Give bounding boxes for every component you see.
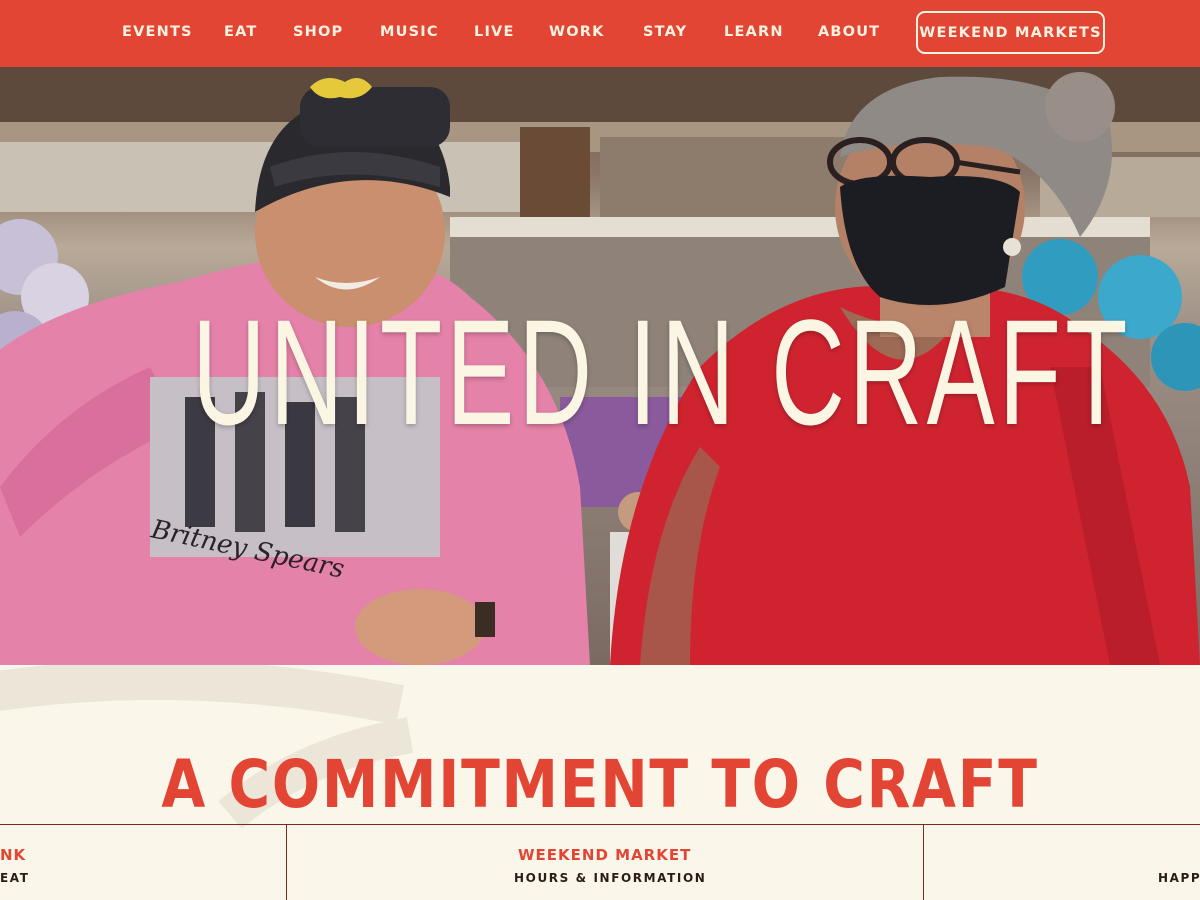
nav-item-events[interactable]: EVENTS	[122, 22, 193, 42]
nav-item-about[interactable]: ABOUT	[818, 22, 880, 42]
nav-item-music[interactable]: MUSIC	[380, 22, 439, 42]
section-heading: A COMMITMENT TO CRAFT	[161, 746, 1039, 823]
card-title: WEEKEND MARKET	[518, 846, 692, 864]
nav-item-live[interactable]: LIVE	[474, 22, 515, 42]
weekend-markets-button[interactable]: WEEKEND MARKETS	[916, 11, 1105, 54]
nav-item-eat[interactable]: EAT	[224, 22, 258, 42]
card-subtitle: HAPP	[1158, 871, 1200, 885]
card-divider	[286, 824, 287, 900]
card-row-divider	[0, 824, 1200, 825]
hero-title: UNITED IN CRAFT	[192, 288, 1132, 456]
nav-item-learn[interactable]: LEARN	[724, 22, 784, 42]
card-divider	[923, 824, 924, 900]
top-navigation: EVENTS EAT SHOP MUSIC LIVE WORK STAY LEA…	[0, 0, 1200, 67]
nav-item-stay[interactable]: STAY	[643, 22, 687, 42]
hero-video: Britney Spears UNITED IN CRAFT	[0, 67, 1200, 665]
commitment-section: A COMMITMENT TO CRAFT NK EAT WEEKEND MAR…	[0, 665, 1200, 900]
card-subtitle: HOURS & INFORMATION	[514, 871, 707, 885]
card-title: NK	[0, 846, 27, 864]
card-subtitle: EAT	[0, 871, 30, 885]
nav-item-work[interactable]: WORK	[549, 22, 605, 42]
nav-item-shop[interactable]: SHOP	[293, 22, 343, 42]
